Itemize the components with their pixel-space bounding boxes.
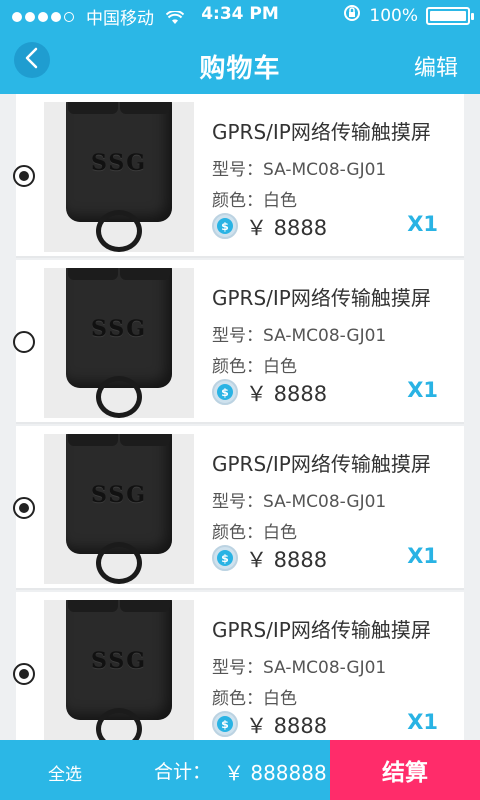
- coin-icon: $: [212, 379, 238, 405]
- coin-icon: $: [212, 545, 238, 571]
- keyring: [96, 542, 142, 584]
- edit-button[interactable]: 编辑: [414, 50, 458, 82]
- product-logo: SSG: [90, 316, 148, 342]
- product-photo: SSG: [66, 268, 172, 388]
- product-title[interactable]: GPRS/IP网络传输触摸屏: [212, 614, 431, 643]
- cart-list[interactable]: SSG GPRS/IP网络传输触摸屏 型号：SA-MC08-GJ01 颜色：白色…: [0, 94, 480, 740]
- product-quantity: X1: [407, 212, 438, 236]
- rotation-lock-icon: [343, 4, 361, 27]
- item-select-radio[interactable]: [13, 165, 35, 187]
- cart-item[interactable]: SSG GPRS/IP网络传输触摸屏 型号：SA-MC08-GJ01 颜色：白色…: [13, 426, 464, 590]
- product-model: 型号：SA-MC08-GJ01: [212, 326, 387, 346]
- keyring: [96, 210, 142, 252]
- product-price: ￥ 8888: [246, 714, 328, 738]
- product-color: 颜色：白色: [212, 689, 297, 709]
- product-image[interactable]: SSG: [44, 268, 194, 418]
- cart-item[interactable]: SSG GPRS/IP网络传输触摸屏 型号：SA-MC08-GJ01 颜色：白色…: [13, 592, 464, 740]
- product-model: 型号：SA-MC08-GJ01: [212, 492, 387, 512]
- cart-item[interactable]: SSG GPRS/IP网络传输触摸屏 型号：SA-MC08-GJ01 颜色：白色…: [13, 94, 464, 258]
- product-price: ￥ 8888: [246, 382, 328, 406]
- product-image[interactable]: SSG: [44, 102, 194, 252]
- product-color: 颜色：白色: [212, 523, 297, 543]
- item-select-radio[interactable]: [13, 663, 35, 685]
- product-color: 颜色：白色: [212, 191, 297, 211]
- product-quantity: X1: [407, 544, 438, 568]
- product-color: 颜色：白色: [212, 357, 297, 377]
- product-model: 型号：SA-MC08-GJ01: [212, 658, 387, 678]
- total-amount: ￥ 888888: [224, 761, 327, 785]
- product-image[interactable]: SSG: [44, 434, 194, 584]
- status-bar: 中国移动 4:34 PM 100%: [0, 0, 480, 29]
- product-title[interactable]: GPRS/IP网络传输触摸屏: [212, 282, 431, 311]
- product-photo: SSG: [66, 102, 172, 222]
- product-logo: SSG: [90, 150, 148, 176]
- checkout-button[interactable]: 结算: [330, 740, 480, 800]
- product-price: ￥ 8888: [246, 216, 328, 240]
- select-all-button[interactable]: 全选: [48, 760, 82, 785]
- top-nav-bar: 购物车 编辑: [0, 28, 480, 94]
- coin-icon: $: [212, 213, 238, 239]
- product-model: 型号：SA-MC08-GJ01: [212, 160, 387, 180]
- status-right: 100%: [343, 4, 474, 27]
- keyring: [96, 376, 142, 418]
- item-select-radio[interactable]: [13, 331, 35, 353]
- battery-percent: 100%: [369, 5, 418, 26]
- product-photo: SSG: [66, 434, 172, 554]
- cart-item[interactable]: SSG GPRS/IP网络传输触摸屏 型号：SA-MC08-GJ01 颜色：白色…: [13, 260, 464, 424]
- product-title[interactable]: GPRS/IP网络传输触摸屏: [212, 448, 431, 477]
- product-title[interactable]: GPRS/IP网络传输触摸屏: [212, 116, 431, 145]
- item-select-radio[interactable]: [13, 497, 35, 519]
- product-photo: SSG: [66, 600, 172, 720]
- product-logo: SSG: [90, 482, 148, 508]
- total-label: 合计：: [154, 761, 212, 783]
- cart-footer: 全选 合计： ￥ 888888 结算: [0, 740, 480, 800]
- page-title: 购物车: [199, 54, 281, 84]
- battery-fill: [430, 10, 466, 21]
- product-quantity: X1: [407, 378, 438, 402]
- battery-icon: [426, 6, 474, 25]
- product-image[interactable]: SSG: [44, 600, 194, 740]
- coin-icon: $: [212, 711, 238, 737]
- product-price: ￥ 8888: [246, 548, 328, 572]
- product-logo: SSG: [90, 648, 148, 674]
- product-quantity: X1: [407, 710, 438, 734]
